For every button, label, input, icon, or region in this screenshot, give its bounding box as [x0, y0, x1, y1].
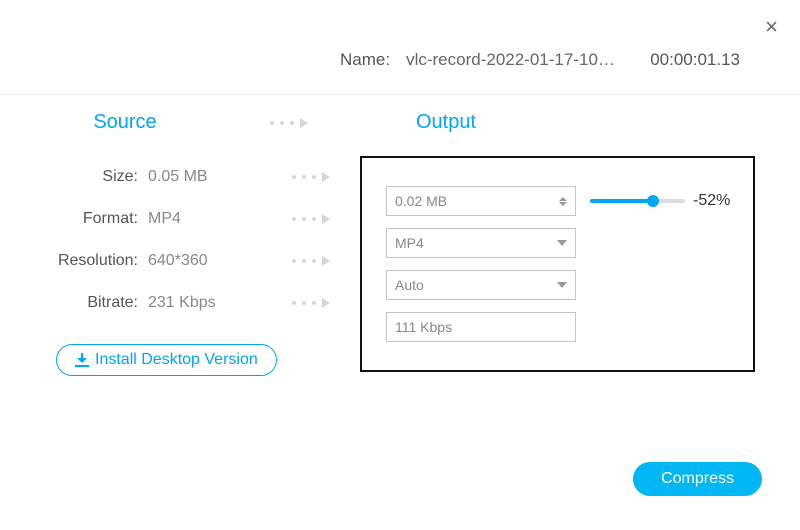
output-resolution-value: Auto	[395, 277, 424, 293]
output-format-select[interactable]: MP4	[386, 228, 576, 258]
bitrate-value: 231 Kbps	[148, 294, 262, 312]
header-bar: Name: vlc-record-2022-01-17-10… 00:00:01…	[0, 0, 800, 95]
arrow-icon	[272, 298, 330, 308]
output-format-value: MP4	[395, 235, 424, 251]
arrow-icon	[250, 118, 308, 128]
output-size-value: 0.02 MB	[395, 193, 447, 209]
install-desktop-label: Install Desktop Version	[95, 351, 258, 369]
output-bitrate-value: 111 Kbps	[395, 319, 452, 335]
columns-header: Source Output	[0, 95, 800, 156]
compression-percent: -52%	[693, 192, 730, 210]
compress-button[interactable]: Compress	[633, 462, 762, 496]
output-resolution-select[interactable]: Auto	[386, 270, 576, 300]
output-column-title: Output	[308, 111, 476, 134]
resolution-label: Resolution:	[30, 252, 138, 270]
download-icon	[75, 353, 89, 367]
close-icon[interactable]: ×	[765, 14, 778, 40]
chevron-down-icon	[557, 240, 567, 246]
arrow-icon	[272, 256, 330, 266]
stepper-icon	[559, 197, 567, 206]
name-value: vlc-record-2022-01-17-10…	[406, 50, 615, 70]
size-value: 0.05 MB	[148, 168, 262, 186]
output-panel: 0.02 MB -52% MP4 Auto 111	[360, 156, 755, 372]
arrow-icon	[272, 214, 330, 224]
duration-value: 00:00:01.13	[650, 50, 740, 70]
output-size-stepper[interactable]: 0.02 MB	[386, 186, 576, 216]
install-desktop-button[interactable]: Install Desktop Version	[56, 344, 277, 376]
name-label: Name:	[340, 50, 390, 70]
bitrate-label: Bitrate:	[30, 294, 138, 312]
output-bitrate-input[interactable]: 111 Kbps	[386, 312, 576, 342]
source-column-title: Source	[0, 111, 250, 134]
chevron-down-icon	[557, 282, 567, 288]
format-label: Format:	[30, 210, 138, 228]
arrow-icon	[272, 172, 330, 182]
format-value: MP4	[148, 210, 262, 228]
source-panel: Size: 0.05 MB Format: MP4 Resolution: 64…	[30, 156, 330, 376]
size-slider[interactable]	[590, 199, 685, 203]
size-label: Size:	[30, 168, 138, 186]
resolution-value: 640*360	[148, 252, 262, 270]
